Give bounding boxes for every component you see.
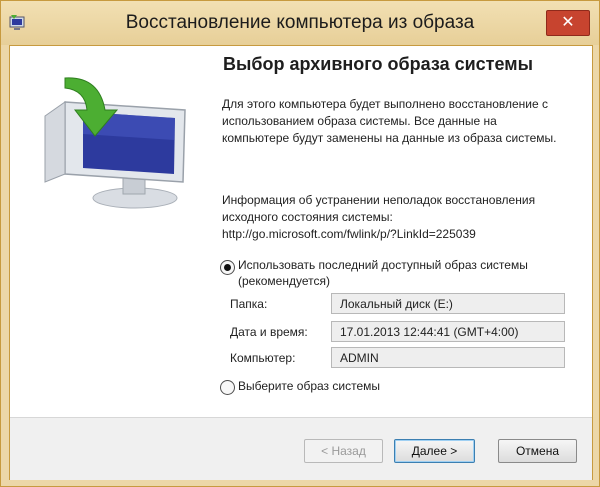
computer-field: ADMIN: [331, 347, 565, 368]
datetime-label: Дата и время:: [230, 325, 308, 339]
info-link[interactable]: http://go.microsoft.com/fwlink/p/?LinkId…: [222, 226, 572, 243]
choose-image-label[interactable]: Выберите образ системы: [238, 378, 380, 394]
choose-image-radio[interactable]: [220, 380, 235, 395]
next-button[interactable]: Далее >: [394, 439, 475, 463]
title-bar: Восстановление компьютера из образа ✕: [1, 1, 599, 45]
latest-image-label-line2: (рекомендуется): [238, 274, 330, 288]
datetime-field: 17.01.2013 12:44:41 (GMT+4:00): [331, 321, 565, 342]
info-text: Информация об устранении неполадок восст…: [222, 193, 536, 224]
window-title: Восстановление компьютера из образа: [125, 12, 475, 33]
folder-field: Локальный диск (E:): [331, 293, 565, 314]
computer-label: Компьютер:: [230, 351, 296, 365]
close-icon: ✕: [561, 14, 575, 31]
description-text: Для этого компьютера будет выполнено вос…: [222, 97, 557, 145]
folder-label: Папка:: [230, 297, 268, 311]
close-button[interactable]: ✕: [546, 10, 590, 36]
restore-dialog: Восстановление компьютера из образа ✕ Вы…: [0, 0, 600, 487]
button-bar: < Назад Далее > Отмена: [10, 417, 592, 480]
latest-image-label-line1: Использовать последний доступный образ с…: [238, 258, 528, 272]
page-title: Выбор архивного образа системы: [223, 54, 533, 74]
troubleshooting-info: Информация об устранении неполадок восст…: [222, 192, 572, 243]
cancel-button[interactable]: Отмена: [498, 439, 577, 463]
latest-image-label[interactable]: Использовать последний доступный образ с…: [238, 257, 528, 289]
latest-image-radio[interactable]: [220, 260, 235, 275]
monitor-restore-arrow-icon: [44, 77, 186, 209]
back-button[interactable]: < Назад: [304, 439, 383, 463]
dialog-content: Выбор архивного образа системы Для этого…: [9, 45, 593, 480]
